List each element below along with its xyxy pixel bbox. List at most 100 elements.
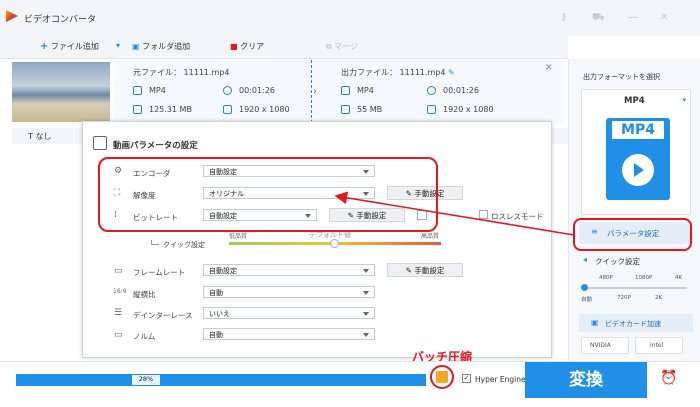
video-settings-icon	[93, 136, 107, 150]
source-size: 125.31 MB	[149, 105, 192, 114]
resolution-icon	[427, 105, 436, 114]
norm-select[interactable]: 自動	[203, 328, 375, 340]
highlight-batch-icon	[430, 365, 454, 389]
manual-label: 手動設定	[414, 266, 445, 275]
connector-line	[151, 240, 159, 245]
alarm-clock-icon[interactable]: ⏰	[660, 370, 677, 386]
clock-icon	[223, 86, 232, 95]
output-filename: 11111.mp4	[399, 68, 446, 77]
merge-button[interactable]: ⧉ マージ	[326, 41, 358, 52]
lossless-label: ロスレスモード	[491, 212, 544, 221]
quick-settings-slider[interactable]	[583, 287, 687, 289]
app-logo-icon	[6, 10, 18, 22]
hyper-engine-label: Hyper Engine	[475, 375, 526, 384]
deinterlace-value: いいえ	[209, 310, 230, 318]
output-format: MP4	[357, 86, 374, 95]
clear-label: クリア	[240, 42, 265, 51]
key-icon[interactable]: ⚷	[560, 12, 567, 23]
format-icon	[341, 86, 350, 95]
format-header: 出力フォーマットを選択	[583, 73, 660, 81]
output-size: 55 MB	[357, 105, 383, 114]
merge-icon: ⧉	[326, 42, 332, 51]
deinterlace-label: デインターレース	[133, 311, 193, 320]
play-icon	[622, 154, 654, 186]
bottom-bar: 28% ✓ Hyper Engine 変換 ⏰	[0, 361, 700, 407]
format-selector[interactable]: MP4 ▾ MP4	[581, 89, 691, 215]
video-thumbnail[interactable]	[12, 62, 110, 122]
nvidia-label: NVIDIA	[590, 342, 611, 349]
source-resolution: 1920 x 1080	[239, 105, 290, 114]
source-format: MP4	[149, 86, 166, 95]
tick-720p: 720P	[617, 295, 631, 301]
intel-badge[interactable]: intel	[635, 337, 683, 354]
add-file-dropdown-icon[interactable]: ▾	[116, 41, 120, 50]
highlight-parameter-settings	[573, 218, 692, 251]
quick-settings-icon: ◂	[583, 255, 588, 264]
deinterlace-select[interactable]: いいえ	[203, 307, 375, 319]
title-bar: ビデオコンバータ ⚷ ⛟ — ✕	[0, 0, 700, 36]
gpu-acceleration-label: ビデオカード加速	[605, 320, 661, 328]
subtitle-value: なし	[35, 132, 52, 141]
edit-icon[interactable]: ✎	[448, 68, 455, 77]
quick-setting-label: クイック設定	[163, 241, 205, 249]
folder-plus-icon: ▣	[132, 42, 140, 51]
norm-value: 自動	[209, 331, 223, 339]
framerate-icon: ▭	[114, 266, 123, 276]
framerate-value: 自動設定	[209, 267, 237, 275]
trash-icon: ■	[230, 42, 238, 51]
source-label: 元ファイル：	[133, 68, 181, 77]
filesize-icon	[133, 105, 142, 114]
source-duration: 00:01:26	[239, 86, 275, 95]
divider	[311, 60, 312, 123]
hyper-engine-checkbox[interactable]: ✓	[462, 374, 471, 383]
output-duration: 00:01:26	[443, 86, 479, 95]
add-folder-label: フォルダ追加	[142, 42, 191, 51]
monitor-icon: ▭	[114, 330, 123, 340]
clock-icon	[427, 86, 436, 95]
aspect-ratio-select[interactable]: 自動	[203, 286, 375, 298]
mp4-file-icon: MP4	[606, 118, 670, 200]
progress-bar: 28%	[16, 374, 426, 386]
quality-slider-handle[interactable]	[330, 239, 339, 248]
quality-high-label: 高品質	[421, 233, 440, 240]
remove-file-icon[interactable]: ✕	[545, 63, 553, 73]
plus-icon: +	[40, 41, 49, 52]
cart-icon[interactable]: ⛟	[592, 12, 605, 25]
resolution-icon	[223, 105, 232, 114]
aspect-ratio-value: 自動	[209, 289, 223, 297]
subtitle-select[interactable]: T なし	[28, 131, 51, 142]
tick-480p: 480P	[599, 275, 613, 281]
app-title: ビデオコンバータ	[24, 15, 97, 25]
file-info-panel: 元ファイル： 11111.mp4 MP4 00:01:26 125.31 MB …	[115, 60, 565, 123]
clear-button[interactable]: ■ クリア	[230, 41, 264, 52]
tick-auto: 自動	[581, 297, 593, 303]
lossless-checkbox[interactable]	[479, 210, 488, 219]
convert-button[interactable]: 変換	[525, 362, 647, 398]
source-filename: 11111.mp4	[183, 68, 230, 77]
tick-1080p: 1080P	[635, 275, 653, 281]
progress-value: 28%	[132, 375, 160, 385]
close-icon[interactable]: ✕	[660, 12, 668, 23]
mp4-badge: MP4	[612, 121, 664, 139]
add-file-button[interactable]: + ファイル追加	[40, 41, 99, 52]
framerate-select[interactable]: 自動設定	[203, 264, 375, 276]
output-format-panel: 出力フォーマットを選択 MP4 ▾ MP4 ≡ パラメータ設定 ◂ クイック設定…	[568, 59, 700, 361]
highlight-video-params	[98, 157, 438, 232]
deinterlace-icon: ☰	[114, 308, 123, 318]
add-folder-button[interactable]: ▣ フォルダ追加	[132, 41, 190, 52]
tick-4k: 4K	[675, 275, 683, 281]
toolbar: + ファイル追加 ▾ ▣ フォルダ追加 ■ クリア ⧉ マージ	[0, 36, 568, 59]
format-name: MP4	[624, 96, 645, 106]
filesize-icon	[341, 105, 350, 114]
format-icon	[133, 86, 142, 95]
framerate-label: フレームレート	[133, 268, 186, 277]
aspect-ratio-label: 縦横比	[133, 290, 156, 299]
minimize-icon[interactable]: —	[628, 12, 638, 23]
gpu-acceleration-button[interactable]: ▣ ビデオカード加速	[579, 314, 693, 332]
aspect-ratio-icon: 16:9	[113, 288, 127, 295]
framerate-manual-button[interactable]: ✎ 手動設定	[387, 263, 463, 277]
nvidia-badge[interactable]: NVIDIA	[581, 337, 629, 354]
arrow-right-icon: ›	[313, 86, 317, 97]
slider-handle[interactable]	[581, 284, 588, 291]
text-icon: T	[28, 132, 33, 141]
